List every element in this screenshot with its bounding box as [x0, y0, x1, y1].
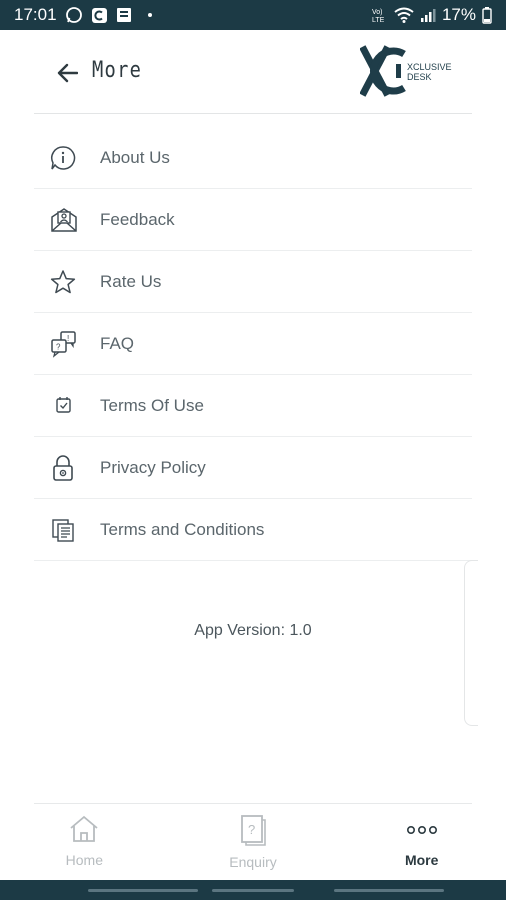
nav-item-enquiry[interactable]: ? Enquiry [169, 804, 338, 880]
checkbox-icon [34, 393, 100, 419]
message-icon [116, 7, 132, 23]
star-icon [34, 269, 100, 295]
nav-label: More [404, 852, 439, 868]
svg-text:!: ! [67, 334, 69, 343]
enquiry-document-icon: ? [241, 815, 266, 846]
notification-dot-icon [147, 13, 152, 17]
side-panel-edge [464, 560, 478, 726]
menu-item-terms-and-conditions[interactable]: Terms and Conditions [34, 499, 472, 561]
back-gesture-button[interactable] [334, 889, 444, 892]
whatsapp-icon [65, 6, 83, 24]
menu-item-label: About Us [100, 147, 170, 167]
menu-item-label: Rate Us [100, 271, 162, 291]
menu-item-label: Feedback [100, 209, 175, 229]
status-bar: 17:01 Vo) LTE 17% [0, 0, 506, 30]
nav-label: Home [65, 852, 104, 868]
volte-icon: Vo) LTE [372, 7, 388, 23]
app-header: More XCLUSIVE DESK [0, 30, 506, 114]
menu-item-label: Privacy Policy [100, 457, 206, 477]
menu-item-label: Terms and Conditions [100, 519, 265, 539]
menu-item-privacy-policy[interactable]: Privacy Policy [34, 437, 472, 499]
menu-item-label: Terms Of Use [100, 395, 204, 415]
xclusive-desk-logo[interactable]: XCLUSIVE DESK [359, 44, 460, 100]
arrow-left-icon [57, 63, 78, 83]
nav-label: Enquiry [229, 854, 277, 870]
svg-text:Vo): Vo) [372, 9, 383, 16]
battery-icon [482, 6, 492, 24]
documents-icon [34, 517, 100, 543]
app-notification-icon [91, 7, 108, 24]
svg-text:XCLUSIVE: XCLUSIVE [407, 62, 452, 72]
lock-icon [34, 454, 100, 482]
app-version: App Version: 1.0 [194, 622, 312, 639]
nav-item-more[interactable]: More [337, 804, 506, 880]
more-dots-icon [406, 826, 437, 835]
menu-item-rate-us[interactable]: Rate Us [34, 251, 472, 313]
menu-item-terms-of-use[interactable]: Terms Of Use [34, 375, 472, 437]
info-bubble-icon [34, 145, 100, 171]
recent-apps-button[interactable] [88, 889, 198, 892]
svg-text:LTE: LTE [372, 17, 385, 23]
status-time: 17:01 [14, 5, 57, 24]
back-button[interactable] [52, 58, 82, 88]
svg-text:?: ? [248, 822, 255, 837]
wifi-icon [394, 7, 414, 23]
home-gesture-button[interactable] [212, 889, 294, 892]
more-menu: About Us Feedback Rate Us !? FAQ Terms O… [34, 127, 472, 561]
home-icon [70, 815, 98, 842]
svg-text:?: ? [56, 342, 61, 351]
battery-percent: 17% [441, 5, 476, 24]
envelope-person-icon [34, 207, 100, 233]
header-divider [34, 113, 472, 114]
menu-item-faq[interactable]: !? FAQ [34, 313, 472, 375]
nav-item-home[interactable]: Home [0, 804, 169, 880]
faq-bubbles-icon: !? [34, 330, 100, 358]
page-title: More [92, 58, 143, 83]
menu-item-about-us[interactable]: About Us [34, 127, 472, 189]
menu-item-label: FAQ [100, 333, 135, 353]
signal-icon [420, 7, 436, 23]
menu-item-feedback[interactable]: Feedback [34, 189, 472, 251]
system-nav-bar [0, 880, 506, 900]
svg-text:DESK: DESK [407, 72, 432, 82]
bottom-nav: Home ? Enquiry More [0, 804, 506, 880]
